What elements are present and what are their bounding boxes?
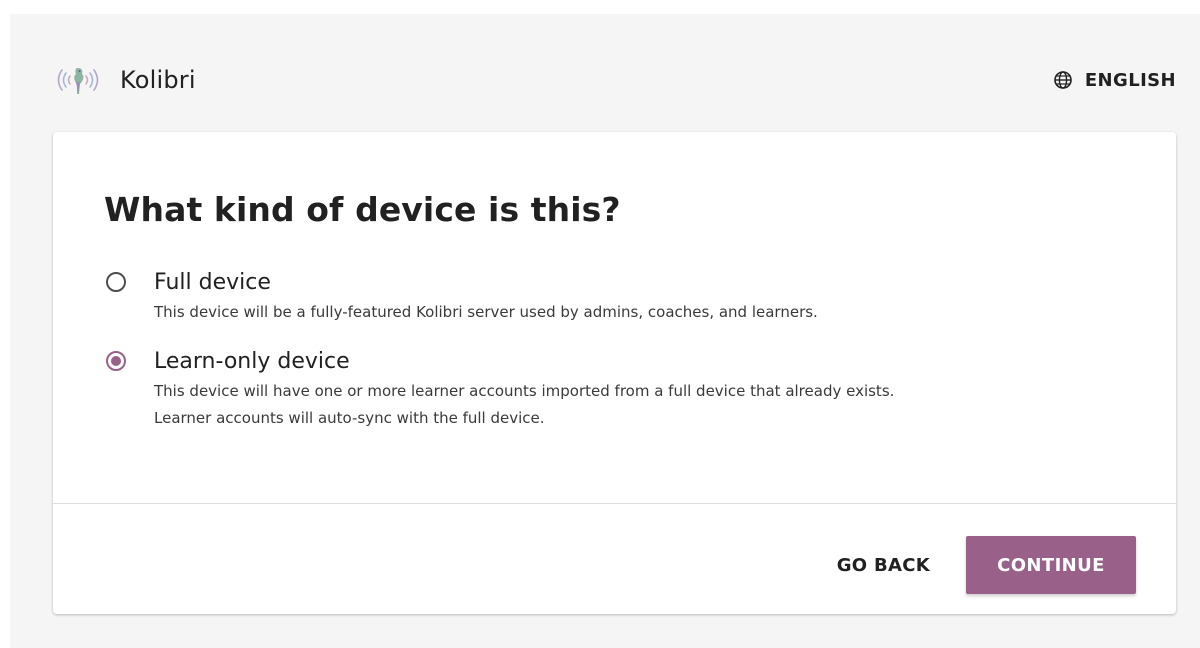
go-back-button[interactable]: GO BACK — [821, 536, 946, 594]
radio-selected-dot — [111, 356, 121, 366]
language-label: ENGLISH — [1084, 69, 1176, 91]
option-label: Full device — [154, 270, 271, 295]
radio-learn-only-device[interactable] — [106, 351, 126, 371]
globe-icon — [1053, 70, 1073, 90]
setup-card: What kind of device is this? Full device… — [53, 132, 1176, 614]
option-description: This device will be a fully-featured Kol… — [154, 303, 818, 321]
option-full-device[interactable]: Full device This device will be a fully-… — [106, 269, 818, 326]
option-text: Full device This device will be a fully-… — [154, 269, 818, 326]
brand: Kolibri — [52, 62, 196, 98]
continue-button[interactable]: CONTINUE — [966, 536, 1136, 594]
option-learn-only-device[interactable]: Learn-only device This device will have … — [106, 348, 894, 432]
option-text: Learn-only device This device will have … — [154, 348, 894, 432]
option-label: Learn-only device — [154, 349, 350, 374]
kolibri-logo-icon — [52, 62, 114, 98]
option-description-line: Learner accounts will auto-sync with the… — [154, 409, 545, 427]
language-selector[interactable]: ENGLISH — [1053, 70, 1176, 91]
app-name: Kolibri — [120, 66, 196, 94]
radio-full-device[interactable] — [106, 272, 126, 292]
footer-divider — [53, 503, 1176, 504]
page-title: What kind of device is this? — [104, 190, 621, 229]
app-header: Kolibri ENGLISH — [52, 62, 1176, 98]
footer-actions: GO BACK CONTINUE — [821, 536, 1136, 594]
option-description-line: This device will have one or more learne… — [154, 382, 895, 400]
option-description: This device will have one or more learne… — [154, 378, 894, 432]
